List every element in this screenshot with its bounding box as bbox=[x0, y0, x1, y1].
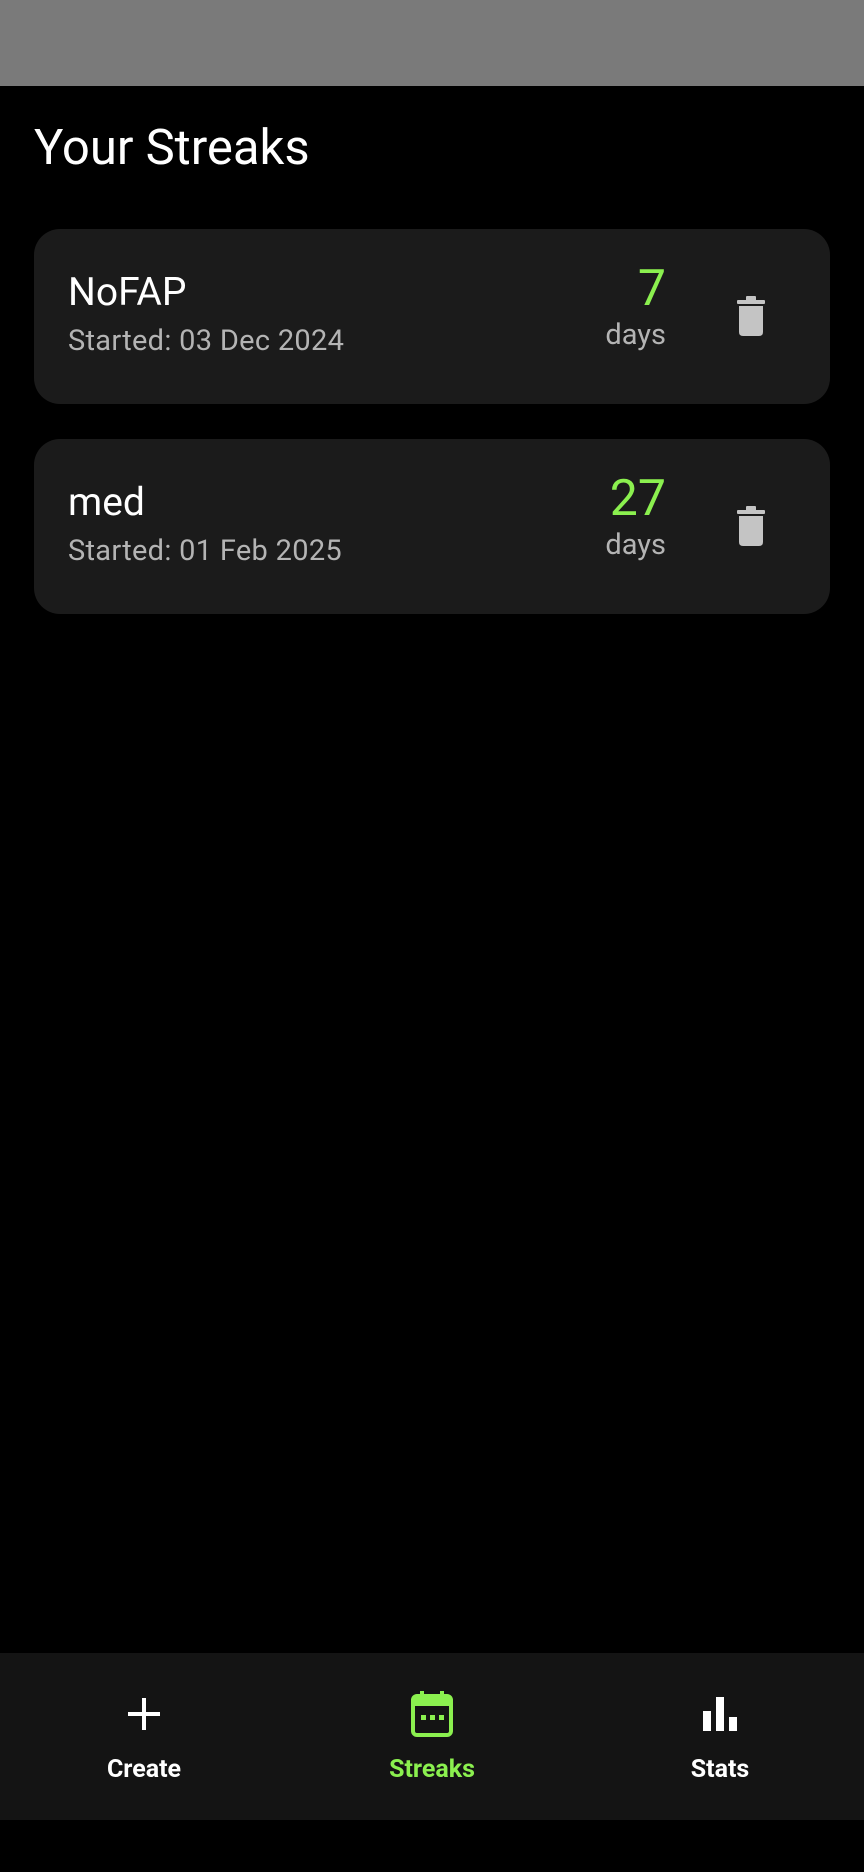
bar-chart-icon bbox=[695, 1689, 745, 1739]
system-navigation-area bbox=[0, 1820, 864, 1872]
nav-create-label: Create bbox=[106, 1755, 182, 1784]
delete-streak-button[interactable] bbox=[724, 289, 778, 343]
streak-name: NoFAP bbox=[68, 269, 187, 315]
nav-create-button[interactable]: Create bbox=[0, 1653, 288, 1820]
streak-start-date: Started: 03 Dec 2024 bbox=[68, 324, 345, 358]
calendar-icon bbox=[407, 1689, 457, 1739]
streak-count-unit: days bbox=[605, 318, 666, 352]
nav-stats-label: Stats bbox=[690, 1755, 750, 1784]
nav-stats-button[interactable]: Stats bbox=[576, 1653, 864, 1820]
trash-icon bbox=[737, 296, 765, 336]
streak-start-date: Started: 01 Feb 2025 bbox=[68, 534, 343, 568]
delete-streak-button[interactable] bbox=[724, 499, 778, 553]
streak-count: 7 days bbox=[605, 261, 666, 351]
streak-count: 27 days bbox=[605, 471, 666, 561]
nav-streaks-label: Streaks bbox=[389, 1755, 475, 1784]
page-title: Your Streaks bbox=[34, 119, 310, 176]
streak-count-value: 7 bbox=[637, 260, 666, 318]
streak-card[interactable]: NoFAP Started: 03 Dec 2024 7 days bbox=[34, 229, 830, 404]
plus-icon bbox=[119, 1689, 169, 1739]
bottom-navigation: Create Streaks Stats bbox=[0, 1653, 864, 1820]
trash-icon bbox=[737, 506, 765, 546]
streak-name: med bbox=[68, 479, 145, 525]
streak-count-value: 27 bbox=[609, 470, 666, 528]
streak-card[interactable]: med Started: 01 Feb 2025 27 days bbox=[34, 439, 830, 614]
nav-streaks-button[interactable]: Streaks bbox=[288, 1653, 576, 1820]
status-bar bbox=[0, 0, 864, 86]
streak-count-unit: days bbox=[605, 528, 666, 562]
